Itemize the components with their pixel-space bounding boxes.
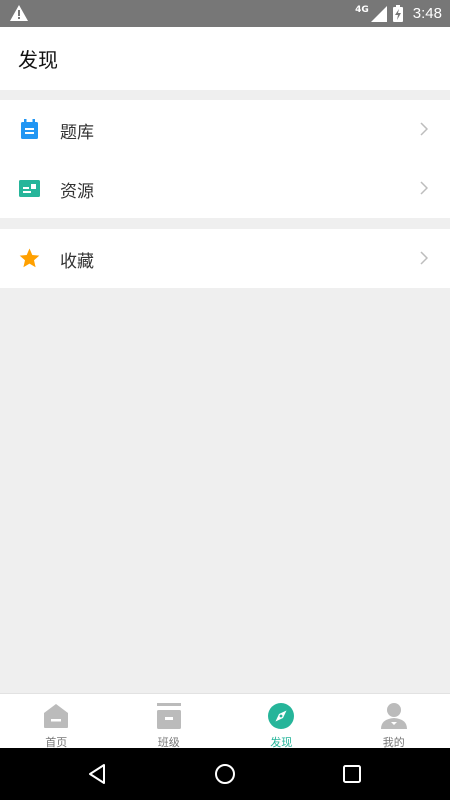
app-bar: 发现 [0, 27, 450, 90]
resource-card-icon [19, 180, 40, 197]
list-item-question-bank[interactable]: 题库 [0, 100, 450, 159]
list-item-label: 资源 [60, 182, 94, 202]
signal-icon [370, 5, 387, 22]
home-icon [44, 704, 69, 728]
nav-profile[interactable]: 我的 [338, 694, 450, 749]
nav-class[interactable]: 班级 [113, 694, 226, 749]
home-circle-icon[interactable] [213, 762, 237, 786]
nav-discover[interactable]: 发现 [225, 694, 338, 749]
battery-charging-icon [392, 5, 403, 22]
bottom-nav: 首页 班级 发现 我的 [0, 693, 450, 749]
calendar-list-icon [21, 119, 38, 139]
back-icon[interactable] [86, 762, 110, 786]
profile-icon [380, 703, 407, 729]
compass-icon [268, 703, 295, 729]
status-bar: 4G 3:48 [0, 0, 450, 27]
class-icon [156, 703, 181, 729]
list-item-label: 题库 [60, 123, 94, 143]
list-item-resources[interactable]: 资源 [0, 159, 450, 218]
nav-home[interactable]: 首页 [0, 694, 113, 749]
list-item-label: 收藏 [60, 252, 94, 272]
recents-icon[interactable] [340, 762, 364, 786]
list-item-favorites[interactable]: 收藏 [0, 229, 450, 288]
star-icon [19, 248, 40, 268]
warning-icon [10, 5, 28, 21]
chevron-right-icon [420, 181, 428, 195]
chevron-right-icon [420, 122, 428, 136]
list-group-1: 题库 资源 [0, 100, 450, 218]
list-group-2: 收藏 [0, 229, 450, 288]
network-type: 4G [355, 4, 369, 15]
system-nav-bar [0, 748, 450, 800]
status-time: 3:48 [412, 5, 442, 22]
chevron-right-icon [420, 251, 428, 265]
page-title: 发现 [18, 48, 58, 72]
